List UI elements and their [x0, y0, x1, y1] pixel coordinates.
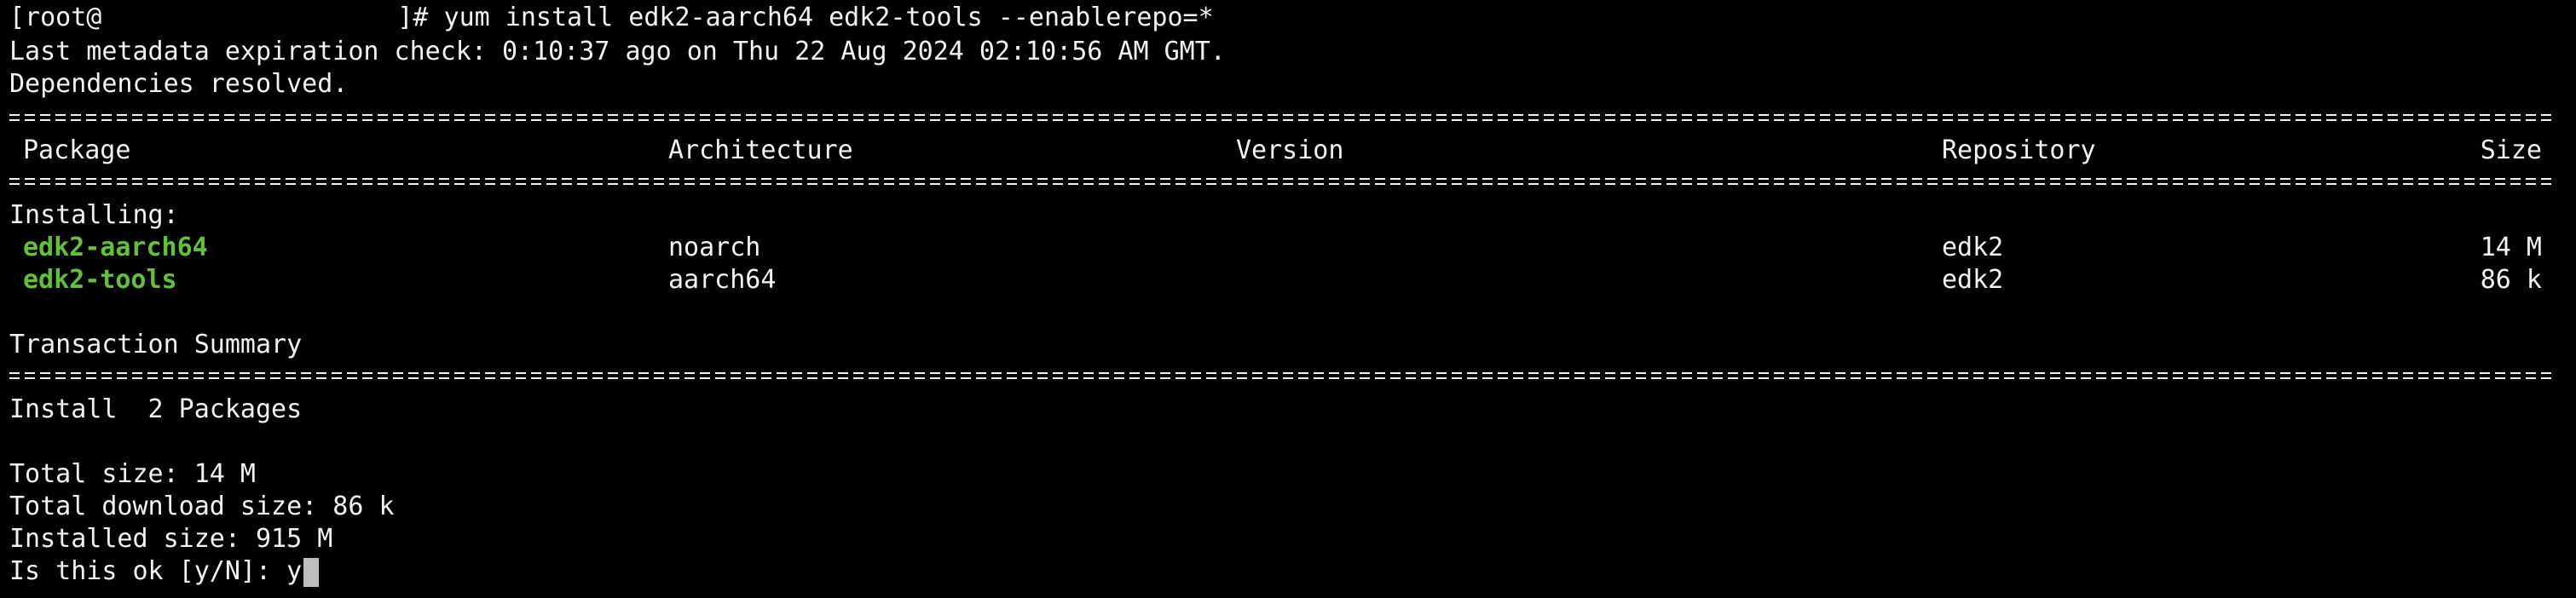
row-repo: edk2	[1942, 233, 2004, 262]
text-cursor	[303, 557, 320, 587]
install-count-line: Install 2 Packages	[9, 394, 303, 424]
confirm-input[interactable]: y	[286, 556, 302, 586]
header-size: Size	[2480, 135, 2542, 165]
prompt-user: [root@	[9, 3, 102, 32]
header-package: Package	[23, 135, 131, 165]
total-size-line: Total size: 14 M	[9, 459, 256, 489]
confirm-line[interactable]: Is this ok [y/N]: y	[9, 555, 320, 588]
header-architecture: Architecture	[668, 135, 853, 165]
command-text: yum install edk2-aarch64 edk2-tools --en…	[443, 3, 1214, 32]
dependencies-line: Dependencies resolved.	[9, 69, 349, 99]
row-arch: aarch64	[668, 265, 777, 295]
header-version: Version	[1236, 135, 1344, 165]
row-repo: edk2	[1942, 265, 2004, 295]
separator-top	[9, 112, 2556, 124]
row-package-name: edk2-tools	[23, 265, 177, 295]
header-repository: Repository	[1942, 135, 2096, 165]
summary-title: Transaction Summary	[9, 330, 303, 359]
installed-size-line: Installed size: 915 M	[9, 524, 333, 554]
command-line: [root@ ]# yum install edk2-aarch64 edk2-t…	[9, 0, 1214, 32]
row-size: 86 k	[2480, 265, 2542, 295]
row-package-name: edk2-aarch64	[23, 233, 208, 262]
redacted-hostname	[101, 0, 397, 26]
prompt-suffix: ]#	[397, 3, 444, 32]
total-download-line: Total download size: 86 k	[9, 492, 395, 521]
confirm-prompt: Is this ok [y/N]:	[9, 556, 287, 586]
row-size: 14 M	[2480, 233, 2542, 262]
row-arch: noarch	[668, 233, 761, 262]
separator-header	[9, 175, 2556, 187]
terminal-window[interactable]: [root@ ]# yum install edk2-aarch64 edk2-t…	[0, 0, 2576, 598]
metadata-line: Last metadata expiration check: 0:10:37 …	[9, 37, 1226, 66]
separator-summary	[9, 370, 2556, 382]
section-installing: Installing:	[9, 200, 179, 230]
